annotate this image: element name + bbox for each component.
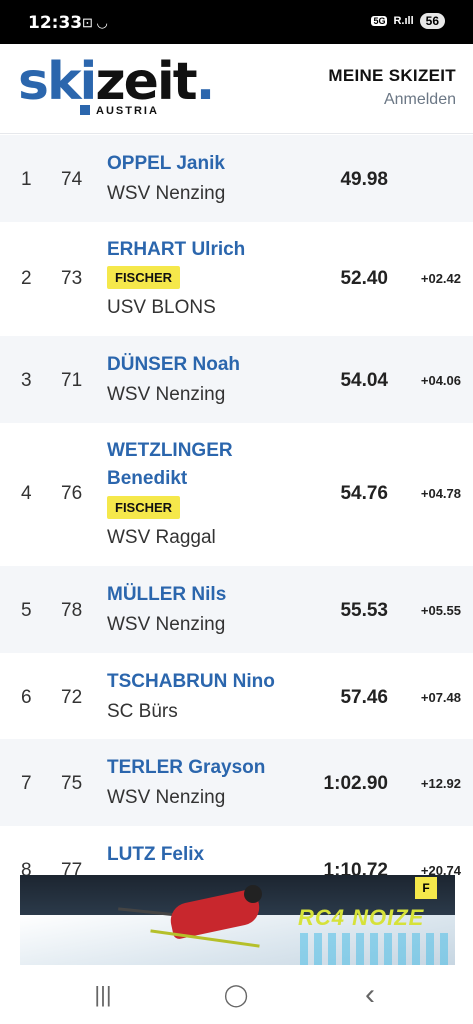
athlete-name[interactable]: OPPEL Janik <box>107 150 225 178</box>
time-diff: +04.06 <box>420 373 461 388</box>
rank: 2 <box>21 268 32 289</box>
race-time: 52.40 <box>340 268 388 289</box>
club: USV BLONS <box>107 297 216 318</box>
club: WSV Nenzing <box>107 183 226 204</box>
rank: 4 <box>21 483 32 504</box>
status-bar: 12:33 ⊡ ◡ 5G R.ıll 56 <box>0 0 473 44</box>
time-diff: +02.42 <box>420 271 461 286</box>
athlete-name[interactable]: TERLER Grayson <box>107 754 265 782</box>
results-list: 1 74 OPPEL Janik WSV Nenzing 49.98 2 73 … <box>0 135 473 886</box>
race-time: 55.53 <box>340 600 388 621</box>
athlete-name-line2[interactable]: Benedikt <box>107 465 187 493</box>
rank: 7 <box>21 773 32 794</box>
club: WSV Raggal <box>107 527 216 548</box>
skizeit-logo[interactable]: skizeit. <box>18 52 216 112</box>
battery-icon: 56 <box>419 13 445 29</box>
network-5g-icon: 5G <box>371 16 388 26</box>
logo-ski: sk <box>18 52 82 112</box>
club: WSV Nenzing <box>107 614 226 635</box>
status-right: 5G R.ıll 56 <box>371 13 445 29</box>
result-row[interactable]: 6 72 TSCHABRUN Nino SC Bürs 57.46 +07.48 <box>0 653 473 739</box>
rank: 5 <box>21 600 32 621</box>
result-row[interactable]: 7 75 TERLER Grayson WSV Nenzing 1:02.90 … <box>0 739 473 826</box>
race-time: 1:02.90 <box>323 773 388 794</box>
result-row[interactable]: 5 78 MÜLLER Nils WSV Nenzing 55.53 +05.5… <box>0 566 473 653</box>
bib: 71 <box>61 370 83 391</box>
race-time: 54.76 <box>340 483 388 504</box>
race-time: 57.46 <box>340 687 388 708</box>
athlete-name[interactable]: WETZLINGER <box>107 437 233 465</box>
bib: 73 <box>61 268 83 289</box>
athlete-name[interactable]: ERHART Ulrich <box>107 236 245 264</box>
logo-i: i <box>79 52 98 112</box>
status-notification-icons: ⊡ ◡ <box>82 15 108 30</box>
time-diff: +05.55 <box>420 603 461 618</box>
logo-bar <box>80 105 90 115</box>
rank: 6 <box>21 687 32 708</box>
race-time: 54.04 <box>340 370 388 391</box>
club: WSV Nenzing <box>107 787 226 808</box>
result-row[interactable]: 4 76 WETZLINGER Benedikt FISCHER WSV Rag… <box>0 423 473 566</box>
athlete-name[interactable]: MÜLLER Nils <box>107 581 226 609</box>
athlete-name[interactable]: LUTZ Felix <box>107 841 204 869</box>
time-diff: +07.48 <box>420 690 461 705</box>
rank: 3 <box>21 370 32 391</box>
login-link[interactable]: Anmelden <box>384 91 456 109</box>
logo-zeit: zeit <box>95 52 197 112</box>
bib: 78 <box>61 600 83 621</box>
bib: 75 <box>61 773 83 794</box>
race-time: 49.98 <box>340 169 388 190</box>
club: WSV Nenzing <box>107 384 226 405</box>
meine-skizeit-link[interactable]: MEINE SKIZEIT <box>328 66 456 86</box>
home-icon[interactable]: ◯ <box>216 980 256 1010</box>
athlete-name[interactable]: DÜNSER Noah <box>107 351 240 379</box>
fischer-logo-icon: F <box>415 877 437 899</box>
ad-brand-text: RC4 NOIZE <box>298 905 425 930</box>
bib: 76 <box>61 483 83 504</box>
recents-icon[interactable]: ||| <box>83 980 123 1010</box>
signal-icon: R.ıll <box>393 15 414 27</box>
system-navbar: ||| ◯ ‹ <box>0 966 473 1024</box>
result-row[interactable]: 1 74 OPPEL Janik WSV Nenzing 49.98 <box>0 135 473 222</box>
rank: 1 <box>21 169 32 190</box>
logo-dot: . <box>195 52 216 112</box>
result-row[interactable]: 3 71 DÜNSER Noah WSV Nenzing 54.04 +04.0… <box>0 336 473 423</box>
sponsor-badge: FISCHER <box>107 496 181 519</box>
result-row[interactable]: 2 73 ERHART Ulrich FISCHER USV BLONS 52.… <box>0 222 473 336</box>
advertisement-banner[interactable]: RC4 NOIZE F <box>20 875 455 965</box>
bib: 74 <box>61 169 83 190</box>
logo-subtitle: AUSTRIA <box>96 105 159 117</box>
time-diff: +12.92 <box>420 776 461 791</box>
back-icon[interactable]: ‹ <box>350 978 390 1011</box>
sponsor-badge: FISCHER <box>107 266 181 289</box>
ad-helmet <box>244 885 262 903</box>
bib: 72 <box>61 687 83 708</box>
time-diff: +04.78 <box>420 486 461 501</box>
status-time: 12:33 <box>28 13 83 33</box>
ad-pattern <box>300 933 450 965</box>
athlete-name[interactable]: TSCHABRUN Nino <box>107 668 275 696</box>
site-header: skizeit. AUSTRIA MEINE SKIZEIT Anmelden <box>0 44 473 134</box>
club: SC Bürs <box>107 701 178 722</box>
